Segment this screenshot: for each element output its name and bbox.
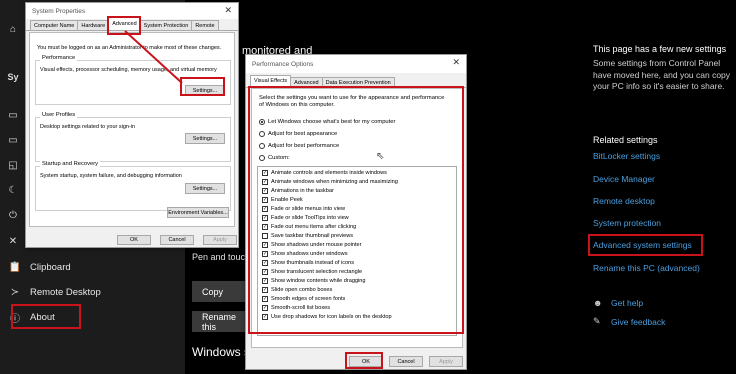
notifications-icon[interactable]: ◱: [4, 160, 22, 171]
tab-computer-name[interactable]: Computer Name: [30, 20, 79, 30]
clipboard-icon: 📋: [8, 261, 22, 273]
tab-system-protection[interactable]: System Protection: [139, 20, 193, 30]
ok-button[interactable]: OK: [117, 235, 151, 245]
startup-recovery-desc: System startup, system failure, and debu…: [40, 173, 182, 179]
display-icon[interactable]: ▭: [4, 110, 22, 121]
apply-button[interactable]: Apply: [429, 356, 463, 367]
rename-button[interactable]: Rename this: [192, 311, 247, 332]
related-pane: This page has a few new settings Some se…: [585, 0, 736, 374]
link-system-protection[interactable]: System protection: [593, 218, 661, 228]
performance-label: Performance: [40, 55, 78, 61]
nav-item-clipboard[interactable]: 📋 Clipboard: [0, 255, 185, 279]
remote-desktop-icon: ≻: [10, 286, 20, 298]
windows-spec-heading: Windows s: [192, 345, 251, 359]
startup-recovery-label: Startup and Recovery: [40, 161, 101, 167]
dialog-titlebar: Performance Options ✕: [246, 55, 466, 73]
tab-remote[interactable]: Remote: [191, 20, 219, 30]
sound-icon[interactable]: ▭: [4, 135, 22, 146]
user-profiles-desc: Desktop settings related to your sign-in: [40, 124, 136, 130]
admin-note: You must be logged on as an Administrato…: [37, 45, 222, 51]
link-remote-desktop[interactable]: Remote desktop: [593, 196, 655, 206]
sidebar-heading-fragment: Sy: [7, 72, 19, 82]
link-device-manager[interactable]: Device Manager: [593, 174, 655, 184]
copy-button[interactable]: Copy: [192, 281, 247, 302]
link-rename-pc[interactable]: Rename this PC (advanced): [593, 263, 700, 273]
ok-button-highlight: [345, 352, 383, 369]
startup-settings-button[interactable]: Settings...: [185, 183, 225, 194]
projecting-icon[interactable]: ✕: [4, 236, 22, 247]
tab-panel: You must be logged on as an Administrato…: [29, 32, 235, 227]
dialog-title: Performance Options: [252, 60, 314, 68]
home-icon[interactable]: ⌂: [4, 24, 22, 35]
advanced-settings-highlight: [588, 234, 703, 256]
related-settings-title: Related settings: [593, 135, 658, 145]
close-icon[interactable]: ✕: [452, 57, 460, 68]
new-settings-description: Some settings from Control Panel have mo…: [593, 58, 731, 91]
get-help-link[interactable]: ☻ Get help: [593, 298, 643, 308]
power-icon[interactable]: ⏻: [4, 210, 22, 221]
tab-hardware[interactable]: Hardware: [77, 20, 110, 30]
give-feedback-link[interactable]: ✎ Give feedback: [593, 316, 665, 327]
cancel-button[interactable]: Cancel: [160, 235, 194, 245]
give-feedback-label: Give feedback: [611, 316, 666, 327]
get-help-label: Get help: [611, 298, 644, 308]
user-profiles-settings-button[interactable]: Settings...: [185, 133, 225, 144]
link-bitlocker[interactable]: BitLocker settings: [593, 151, 660, 161]
user-profiles-label: User Profiles: [40, 112, 78, 118]
new-settings-title: This page has a few new settings: [593, 44, 727, 54]
apply-button[interactable]: Apply: [203, 235, 237, 245]
system-properties-dialog: System Properties ✕ Computer Name Hardwa…: [25, 2, 239, 248]
nav-item-label: Remote Desktop: [30, 286, 101, 298]
about-highlight: [11, 304, 81, 329]
performance-desc: Visual effects, processor scheduling, me…: [40, 67, 217, 73]
dialog-title: System Properties: [32, 7, 86, 15]
nav-item-label: Clipboard: [30, 261, 71, 273]
visual-effects-highlight: [248, 86, 464, 334]
environment-variables-button[interactable]: Environment Variables...: [167, 207, 229, 218]
close-icon[interactable]: ✕: [224, 5, 232, 16]
settings-button-highlight: [180, 77, 225, 96]
feedback-icon: ✎: [593, 316, 601, 326]
advanced-tab-highlight: [107, 16, 141, 35]
help-icon: ☻: [593, 298, 603, 308]
nav-item-remote-desktop[interactable]: ≻ Remote Desktop: [0, 280, 185, 304]
focus-icon[interactable]: ☾: [4, 185, 22, 196]
cancel-button[interactable]: Cancel: [389, 356, 423, 367]
pen-touch-label: Pen and touch: [192, 252, 251, 262]
